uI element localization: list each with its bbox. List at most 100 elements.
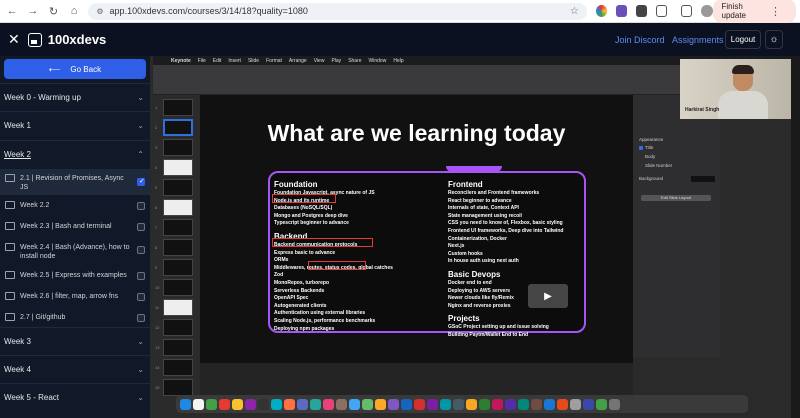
dock-app-icon xyxy=(219,398,230,410)
week-label: Week 2 xyxy=(4,150,31,159)
logout-button[interactable]: Logout xyxy=(725,30,761,49)
chevron-down-icon: ⌄ xyxy=(137,121,144,130)
page-scrollbar[interactable] xyxy=(791,56,800,418)
slide-number: 1 xyxy=(155,105,158,110)
dock-app-icon xyxy=(401,398,412,410)
extension-icon[interactable] xyxy=(615,5,627,17)
menu-item: File xyxy=(197,57,206,64)
slide-title: What are we learning today xyxy=(267,120,566,146)
dock-app-icon xyxy=(466,398,477,410)
dock-app-icon xyxy=(323,398,334,410)
slide-number: 9 xyxy=(155,265,158,270)
chevron-up-icon: ⌃ xyxy=(137,150,144,159)
topic-line: Serverless Backends xyxy=(274,287,325,294)
lesson-item[interactable]: 2.7 | Git/github xyxy=(0,310,150,328)
lesson-label: Week 2.4 | Bash (Advance), how to instal… xyxy=(20,244,130,260)
slide-thumbnail xyxy=(163,279,193,296)
lesson-item[interactable]: Week 2.4 | Bash (Advance), how to instal… xyxy=(0,240,150,264)
dock-app-icon xyxy=(284,398,295,410)
arrow-left-icon: ⟵ xyxy=(48,64,61,74)
topic-line: State management using recoil xyxy=(448,212,522,219)
lesson-label: Week 2.2 xyxy=(20,202,50,209)
lesson-checkbox[interactable] xyxy=(137,293,145,301)
menu-item: Help xyxy=(393,57,404,64)
topic-line: Zod xyxy=(274,272,284,279)
video-player[interactable]: Keynote File Edit Insert Slide Format Ar… xyxy=(150,56,800,418)
lesson-item[interactable]: 2.1 | Revision of Promises, Async JS xyxy=(0,169,150,195)
lesson-checkbox[interactable] xyxy=(137,272,145,280)
lesson-checkbox[interactable] xyxy=(137,246,145,254)
section-heading: Projects xyxy=(448,314,480,324)
lesson-item[interactable]: Week 2.2 xyxy=(0,198,150,216)
home-icon[interactable]: ⌂ xyxy=(66,2,83,20)
slide-number: 10 xyxy=(155,285,160,290)
join-discord-link[interactable]: Join Discord xyxy=(615,35,665,45)
assignments-link[interactable]: Assignments xyxy=(672,35,724,45)
video-icon xyxy=(5,243,15,251)
slide-thumbnail xyxy=(163,259,193,276)
week-4-item[interactable]: Week 4 ⌄ xyxy=(0,355,150,383)
canvas-lower-area xyxy=(200,363,633,398)
background-swatch xyxy=(691,176,715,182)
week-label: Week 4 xyxy=(4,365,31,374)
logo-icon xyxy=(27,32,42,47)
lesson-label: 2.1 | Revision of Promises, Async JS xyxy=(20,175,124,191)
topic-line: OpenAPI Spec xyxy=(274,295,309,302)
menu-kebab-icon: ⋮ xyxy=(770,5,781,18)
finish-update-button[interactable]: Finish update ⋮ xyxy=(712,0,796,23)
theme-toggle-sun-icon[interactable]: ☼ xyxy=(765,30,783,49)
lesson-item[interactable]: Week 2.5 | Express with examples xyxy=(0,268,150,286)
forward-arrow-icon[interactable]: → xyxy=(25,2,42,20)
dock-app-icon xyxy=(544,398,555,410)
go-back-label: Go Back xyxy=(70,64,102,74)
sidebar-toggle-icon[interactable] xyxy=(681,5,693,17)
topic-line: In house auth using next auth xyxy=(448,258,519,265)
topic-line: MonoRepos, turborepo xyxy=(274,279,329,286)
brand-name: 100xdevs xyxy=(47,32,107,47)
topic-line: Reconcilers and Frontend frameworks xyxy=(448,190,540,196)
address-bar[interactable]: ⚙ app.100xdevs.com/courses/3/14/18?quali… xyxy=(88,2,587,20)
lesson-item[interactable]: Week 2.3 | Bash and terminal xyxy=(0,219,150,237)
week-5-item[interactable]: Week 5 - React ⌄ xyxy=(0,383,150,411)
dock-app-icon xyxy=(505,398,516,410)
week-0-item[interactable]: Week 0 - Warming up ⌄ xyxy=(0,83,150,111)
extensions-puzzle-icon[interactable] xyxy=(656,5,668,17)
week-3-item[interactable]: Week 3 ⌄ xyxy=(0,327,150,355)
menu-item: Format xyxy=(266,57,282,64)
dock-app-icon xyxy=(349,398,360,410)
extension-icon[interactable] xyxy=(595,5,607,17)
close-icon[interactable]: ✕ xyxy=(8,31,20,48)
lesson-checkbox[interactable] xyxy=(137,314,145,322)
extension-icon[interactable] xyxy=(635,5,648,17)
play-icon[interactable]: ▶ xyxy=(528,284,568,308)
reload-icon[interactable]: ↻ xyxy=(45,2,62,20)
dock-app-icon xyxy=(453,398,464,410)
bookmark-star-icon[interactable]: ☆ xyxy=(570,6,579,17)
week-1-item[interactable]: Week 1 ⌄ xyxy=(0,111,150,139)
slide-thumbnail xyxy=(163,219,193,236)
right-column: Frontend Reconcilers and Frontend framew… xyxy=(448,177,586,340)
section-heading: Foundation xyxy=(274,180,318,189)
dock-app-icon xyxy=(193,398,204,410)
site-info-icon[interactable]: ⚙ xyxy=(96,7,103,16)
presenter-name: Harkirat Singh xyxy=(685,107,720,113)
go-back-button[interactable]: ⟵ Go Back xyxy=(4,59,146,79)
week-2-item[interactable]: Week 2 ⌃ xyxy=(0,140,150,168)
lesson-checkbox[interactable] xyxy=(137,223,145,231)
topic-line: Express basic to advance xyxy=(274,249,336,256)
dock-app-icon xyxy=(206,398,217,410)
lesson-item[interactable]: Week 2.6 | filter, map, arrow fns xyxy=(0,289,150,307)
dock-app-icon xyxy=(479,398,490,410)
keynote-inspector: Appearance Title Body Slide Number Backg… xyxy=(633,95,720,357)
slide-number: 14 xyxy=(155,365,160,370)
chevron-down-icon: ⌄ xyxy=(137,393,144,402)
lesson-checkbox[interactable] xyxy=(137,202,145,210)
back-arrow-icon[interactable]: ← xyxy=(4,2,21,20)
topic-line: Typescript beginner to advance xyxy=(274,220,349,227)
inspector-heading: Appearance xyxy=(639,137,664,142)
menu-item: View xyxy=(313,57,325,64)
dock-app-icon xyxy=(583,398,594,410)
lesson-checkbox[interactable] xyxy=(137,177,145,186)
profile-avatar[interactable] xyxy=(701,5,713,17)
menu-item: Edit xyxy=(212,57,222,64)
